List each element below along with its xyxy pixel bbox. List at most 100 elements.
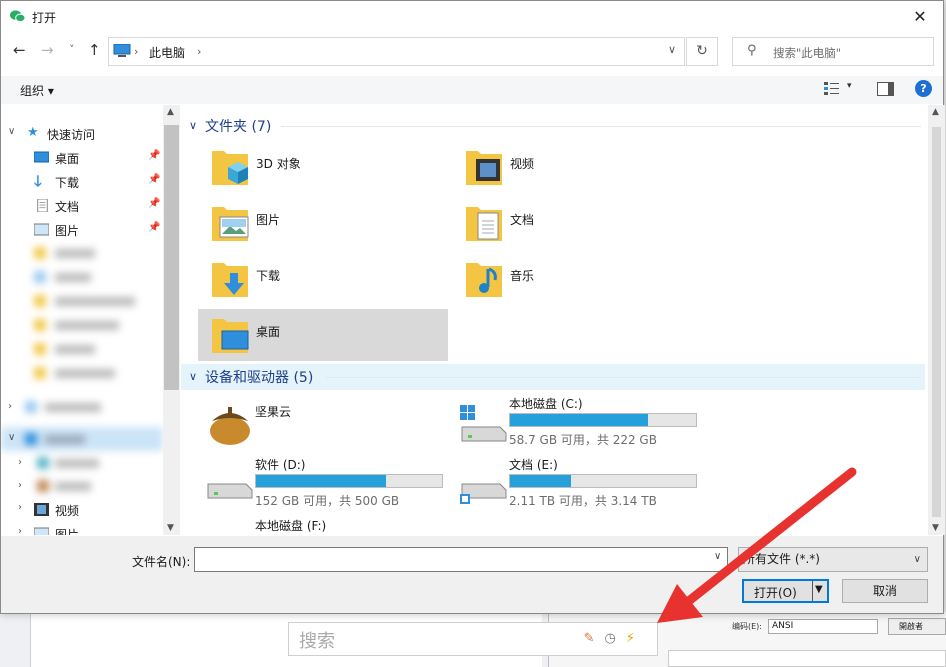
folder-label: 3D 对象 — [256, 157, 301, 171]
breadcrumb-separator[interactable]: › — [134, 45, 138, 58]
filename-input[interactable] — [194, 547, 728, 572]
drive-e[interactable]: 文档 (E:) 2.11 TB 可用，共 3.14 TB — [453, 456, 703, 516]
breadcrumb-chevron[interactable]: › — [197, 45, 201, 58]
scrollbar-thumb[interactable] — [164, 125, 179, 390]
sidebar-item-videos[interactable]: › 视频 — [1, 498, 161, 522]
drive-free-space: 152 GB 可用，共 500 GB — [255, 494, 400, 508]
folder-label: 图片 — [256, 213, 281, 227]
sidebar-item-documents[interactable]: 文档 📌 — [1, 194, 161, 218]
expand-chevron-icon[interactable]: › — [8, 401, 12, 412]
clock-icon[interactable]: ◷ — [605, 631, 626, 646]
drive-usage-fill — [256, 475, 387, 487]
folder-pictures[interactable]: 图片 — [198, 197, 448, 249]
sidebar-item-desktop[interactable]: 桌面 📌 — [1, 146, 161, 170]
scroll-down-icon[interactable]: ▼ — [167, 523, 174, 533]
drive-f[interactable]: 本地磁盘 (F:) — [199, 517, 449, 535]
desktop-folder-icon — [212, 319, 249, 353]
scroll-up-icon[interactable]: ▲ — [932, 107, 939, 117]
title-bar: 打开 ✕ — [1, 1, 943, 32]
sidebar-label: 图片 — [55, 224, 80, 238]
collapse-chevron-icon[interactable]: ∨ — [8, 126, 15, 137]
drive-usage-bar — [509, 474, 697, 488]
recent-locations-button[interactable]: ˅ — [69, 43, 75, 56]
back-button[interactable]: ← — [13, 41, 26, 59]
dialog-footer: 文件名(N): ∨ 所有文件 (*.*) ∨ 打开(O) ▼ 取消 — [1, 536, 943, 613]
folder-music[interactable]: 音乐 — [452, 253, 702, 305]
sidebar-item-quick-access[interactable]: ∨ ★ 快速访问 — [1, 122, 161, 146]
expand-chevron-icon[interactable]: › — [18, 457, 22, 468]
lightning-icon[interactable]: ⚡ — [626, 631, 645, 646]
drive-c[interactable]: 本地磁盘 (C:) 58.7 GB 可用，共 222 GB — [453, 395, 703, 455]
close-button[interactable]: ✕ — [897, 1, 943, 32]
open-file-dialog: 打开 ✕ ← → ˅ ↑ › 此电脑 › ∨ ↻ ⚲ 搜索"此电脑" 组织 ▾ … — [0, 0, 945, 614]
search-box[interactable]: ⚲ 搜索"此电脑" — [732, 37, 934, 66]
expand-chevron-icon[interactable]: › — [18, 526, 22, 535]
group-header-folders[interactable]: ∨ 文件夹 (7) — [181, 113, 925, 139]
view-dropdown-icon[interactable]: ▾ — [847, 81, 852, 91]
drive-name: 文档 (E:) — [509, 458, 558, 472]
scroll-down-icon[interactable]: ▼ — [932, 523, 939, 533]
forward-button[interactable]: → — [41, 41, 54, 59]
group-title-drives: 设备和驱动器 (5) — [205, 370, 314, 386]
drive-usage-fill — [510, 475, 572, 487]
open-with-button[interactable]: 開啟者 — [888, 618, 946, 635]
background-search-bar[interactable]: 搜索 ✎◷⚡ — [288, 622, 658, 656]
folder-3d-objects[interactable]: 3D 对象 — [198, 141, 448, 193]
folder-documents[interactable]: 文档 — [452, 197, 702, 249]
3d-objects-folder-icon — [212, 151, 248, 185]
pin-icon[interactable]: 📌 — [148, 222, 160, 233]
collapse-chevron-icon[interactable]: ∨ — [189, 370, 197, 383]
sidebar-item-pictures-2[interactable]: › 图片 — [1, 522, 161, 535]
group-header-drives[interactable]: ∨ 设备和驱动器 (5) — [181, 364, 925, 390]
breadcrumb-this-pc[interactable]: 此电脑 — [149, 44, 185, 61]
drive-d[interactable]: 软件 (D:) 152 GB 可用，共 500 GB — [199, 456, 449, 516]
group-divider — [281, 126, 921, 127]
refresh-button[interactable]: ↻ — [686, 37, 718, 66]
address-bar[interactable]: › 此电脑 › ∨ — [108, 37, 685, 66]
filename-dropdown-icon[interactable]: ∨ — [714, 551, 721, 562]
encoding-label: 编码(E): — [732, 622, 762, 631]
drive-usage-bar — [255, 474, 443, 488]
scrollbar-thumb[interactable] — [932, 127, 941, 517]
video-icon — [34, 503, 49, 516]
tag-icon[interactable]: ✎ — [584, 631, 605, 646]
drive-name: 本地磁盘 (F:) — [255, 519, 327, 533]
change-view-icon[interactable] — [824, 82, 839, 96]
command-bar: 组织 ▾ ▾ ? — [1, 76, 943, 104]
sidebar-item-downloads[interactable]: 🡓 下载 📌 — [1, 170, 161, 194]
folder-downloads[interactable]: 下载 — [198, 253, 448, 305]
network-drive-icon — [460, 483, 507, 504]
drive-free-space: 2.11 TB 可用，共 3.14 TB — [509, 494, 657, 508]
folder-desktop[interactable]: 桌面 — [198, 309, 448, 361]
address-dropdown-icon[interactable]: ∨ — [668, 43, 676, 56]
pictures-folder-icon — [212, 207, 249, 241]
open-button[interactable]: 打开(O) ▼ — [742, 579, 829, 603]
filename-label: 文件名(N): — [132, 555, 191, 569]
pin-icon[interactable]: 📌 — [148, 174, 160, 185]
expand-chevron-icon[interactable]: › — [18, 480, 22, 491]
sidebar-label-videos: 视频 — [55, 504, 80, 518]
encoding-select[interactable]: ANSI — [768, 619, 878, 634]
expand-chevron-icon[interactable]: › — [18, 502, 22, 513]
navigation-scrollbar[interactable]: ▲ ▼ — [163, 105, 180, 535]
organize-menu[interactable]: 组织 ▾ — [20, 82, 54, 99]
help-icon[interactable]: ? — [915, 80, 932, 97]
drive-jianguoyun[interactable]: 坚果云 — [199, 395, 449, 455]
desktop-icon — [34, 151, 49, 163]
up-button[interactable]: ↑ — [88, 41, 101, 59]
cancel-button[interactable]: 取消 — [842, 579, 928, 603]
pin-icon[interactable]: 📌 — [148, 198, 160, 209]
file-list-scrollbar[interactable]: ▲ ▼ — [928, 105, 945, 535]
pin-icon[interactable]: 📌 — [148, 150, 160, 161]
preview-pane-icon[interactable] — [877, 82, 894, 96]
folder-videos[interactable]: 视频 — [452, 141, 702, 193]
scroll-up-icon[interactable]: ▲ — [167, 107, 174, 117]
open-dropdown-icon[interactable]: ▼ — [815, 584, 823, 595]
background-search-icons[interactable]: ✎◷⚡ — [584, 631, 645, 646]
collapse-chevron-icon[interactable]: ∨ — [189, 119, 197, 132]
filetype-dropdown-icon[interactable]: ∨ — [914, 548, 921, 571]
collapse-chevron-icon[interactable]: ∨ — [8, 432, 15, 443]
folder-label: 文档 — [510, 213, 535, 227]
sidebar-item-pictures[interactable]: 图片 📌 — [1, 218, 161, 242]
filetype-select[interactable]: 所有文件 (*.*) ∨ — [738, 547, 928, 572]
